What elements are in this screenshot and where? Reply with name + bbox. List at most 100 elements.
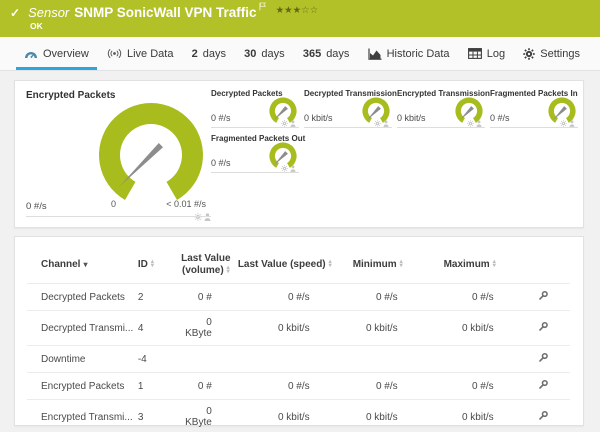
- flag-icon: [258, 0, 266, 16]
- user-icon[interactable]: [476, 120, 482, 127]
- rating-stars[interactable]: ★★★☆☆: [276, 5, 319, 16]
- sort-icon: ▴ ▾: [399, 259, 403, 270]
- small-gauge-fragmented-packets-in[interactable]: Fragmented Packets In 0 #/s: [490, 87, 583, 130]
- user-icon[interactable]: [290, 165, 296, 172]
- channel-settings-wrench-icon[interactable]: [538, 410, 549, 424]
- tab-2-days[interactable]: 2 days: [184, 37, 234, 70]
- column-header-channel[interactable]: Channel ▾: [27, 245, 136, 284]
- cell-last-value-volume: 0 KByte: [175, 399, 236, 432]
- channel-table-body: Decrypted Packets 2 0 # 0 #/s 0 #/s 0 #/…: [27, 283, 570, 432]
- cell-channel: Decrypted Transmi...: [27, 310, 136, 346]
- user-icon[interactable]: [383, 120, 389, 127]
- small-gauges-grid: Decrypted Packets 0 #/s Decrypted Transm…: [211, 87, 585, 177]
- cell-id: 3: [135, 399, 176, 432]
- column-header-actions: [518, 245, 570, 284]
- column-label: Channel: [41, 259, 81, 270]
- cell-maximum: 0 #/s: [421, 372, 518, 400]
- gear-icon[interactable]: [194, 213, 202, 221]
- tab-live-data[interactable]: Live Data: [99, 37, 181, 70]
- tab-number: 2: [191, 47, 198, 60]
- column-header-last-value-volume[interactable]: Last Value (volume) ▴ ▾: [176, 245, 236, 284]
- page: { "colors": { "header_bg": "#b2c128", "g…: [0, 0, 600, 432]
- small-gauge-actions: [467, 120, 482, 127]
- user-icon[interactable]: [290, 120, 296, 127]
- gear-icon[interactable]: [281, 165, 288, 172]
- channel-settings-wrench-icon[interactable]: [538, 321, 549, 335]
- channel-table: Channel ▾ ID ▴ ▾ Last Value (volume) ▴ ▾ Last…: [27, 245, 570, 432]
- primary-gauge-encrypted-packets[interactable]: Encrypted Packets 0 #/s 0 < 0.01 #/s: [25, 87, 217, 221]
- cell-last-value-speed: 0 #/s: [235, 283, 334, 311]
- channel-settings-wrench-icon[interactable]: [538, 352, 549, 366]
- gear-icon[interactable]: [467, 120, 474, 127]
- small-gauge-encrypted-transmission[interactable]: Encrypted Transmission 0 kbit/s: [397, 87, 490, 130]
- column-label: Last Value (speed): [237, 259, 326, 270]
- settings-gear-icon: [523, 47, 535, 60]
- table-row[interactable]: Downtime -4: [27, 345, 570, 373]
- user-icon[interactable]: [569, 120, 575, 127]
- primary-gauge-dial: [99, 102, 203, 200]
- channel-settings-wrench-icon[interactable]: [538, 379, 549, 393]
- column-header-maximum[interactable]: Maximum ▴ ▾: [422, 245, 518, 284]
- small-gauge-fragmented-packets-out[interactable]: Fragmented Packets Out 0 #/s: [211, 132, 305, 175]
- column-label: ID: [137, 259, 148, 270]
- tab-label: Historic Data: [386, 47, 450, 60]
- column-label: Minimum: [352, 259, 397, 270]
- table-header-row: Channel ▾ ID ▴ ▾ Last Value (volume) ▴ ▾ Last…: [27, 245, 570, 284]
- cell-last-value-volume: 0 #: [175, 283, 236, 311]
- divider: [211, 127, 299, 128]
- tab-bar: Overview Live Data 2 days 30 days 365 da…: [0, 37, 600, 71]
- table-row[interactable]: Encrypted Transmi... 3 0 KByte 0 kbit/s …: [27, 399, 570, 432]
- gear-icon[interactable]: [374, 120, 381, 127]
- cell-id: 4: [135, 310, 176, 346]
- divider: [397, 127, 485, 128]
- tab-label: days: [202, 47, 227, 60]
- tab-label: days: [261, 47, 285, 60]
- small-gauge-decrypted-packets[interactable]: Decrypted Packets 0 #/s: [211, 87, 304, 130]
- cell-channel: Decrypted Packets: [27, 283, 136, 311]
- tab-30-days[interactable]: 30 days: [236, 37, 293, 70]
- column-header-minimum[interactable]: Minimum ▴ ▾: [334, 245, 422, 284]
- small-gauge-actions: [560, 120, 575, 127]
- small-gauge-decrypted-transmission[interactable]: Decrypted Transmission 0 kbit/s: [304, 87, 397, 130]
- divider: [211, 172, 299, 173]
- table-row[interactable]: Encrypted Packets 1 0 # 0 #/s 0 #/s 0 #/…: [27, 372, 570, 400]
- divider: [490, 127, 578, 128]
- cell-last-value-volume: 0 #: [175, 372, 236, 400]
- tab-label: days: [326, 47, 350, 60]
- gear-icon[interactable]: [281, 120, 288, 127]
- cell-maximum: 0 kbit/s: [421, 310, 518, 346]
- small-gauge-value: 0 #/s: [211, 113, 231, 123]
- column-label: Maximum: [443, 259, 490, 270]
- column-header-last-value-speed[interactable]: Last Value (speed) ▴ ▾: [236, 245, 334, 284]
- tab-overview[interactable]: Overview: [16, 37, 97, 70]
- tab-settings[interactable]: Settings: [515, 37, 588, 70]
- cell-last-value-speed: 0 #/s: [235, 372, 334, 400]
- column-header-id[interactable]: ID ▴ ▾: [136, 245, 176, 284]
- log-icon: [467, 48, 482, 59]
- small-gauge-value: 0 kbit/s: [304, 113, 333, 123]
- cell-id: -4: [135, 345, 176, 373]
- tab-log[interactable]: Log: [460, 37, 513, 70]
- tab-label: Live Data: [127, 47, 174, 60]
- cell-channel: Encrypted Packets: [27, 372, 136, 400]
- column-label: Last Value (volume): [181, 253, 231, 276]
- small-gauge-value: 0 #/s: [490, 113, 510, 123]
- sensor-header-line: ✓ Sensor SNMP SonicWall VPN Traffic ★★★☆…: [10, 2, 319, 22]
- sort-icon: ▴ ▾: [328, 259, 332, 270]
- status-badge: OK: [30, 21, 43, 31]
- tab-365-days[interactable]: 365 days: [295, 37, 358, 70]
- user-icon[interactable]: [204, 213, 211, 221]
- status-ok-check-icon: ✓: [10, 6, 21, 20]
- table-row[interactable]: Decrypted Packets 2 0 # 0 #/s 0 #/s 0 #/…: [27, 283, 570, 311]
- table-row[interactable]: Decrypted Transmi... 4 0 KByte 0 kbit/s …: [27, 310, 570, 346]
- tab-label: Settings: [540, 47, 580, 60]
- sort-icon: ▴ ▾: [150, 259, 154, 270]
- cell-maximum: 0 kbit/s: [421, 399, 518, 432]
- cell-minimum: 0 kbit/s: [333, 399, 422, 432]
- cell-last-value-speed: 0 kbit/s: [235, 399, 334, 432]
- tab-number: 30: [244, 47, 257, 60]
- tab-historic-data[interactable]: Historic Data: [360, 37, 458, 70]
- channel-settings-wrench-icon[interactable]: [538, 290, 549, 304]
- cell-last-value-volume: 0 KByte: [175, 310, 236, 346]
- gear-icon[interactable]: [560, 120, 567, 127]
